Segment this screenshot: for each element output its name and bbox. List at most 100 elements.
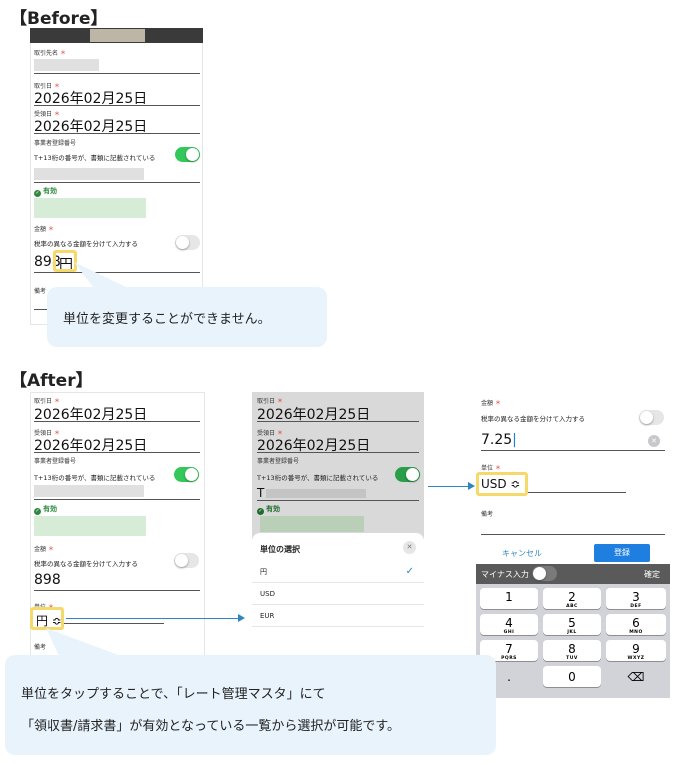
reg-number-label: 事業者登録番号 xyxy=(257,458,300,465)
before-callout: 単位を変更することができません。 xyxy=(47,287,327,347)
tax-split-text: 税率の異なる金額を分けて入力する xyxy=(481,415,585,423)
before-callout-tail xyxy=(74,262,128,288)
key-2[interactable]: 2 ABC xyxy=(543,588,601,609)
cancel-button[interactable]: キャンセル xyxy=(502,548,542,559)
amount-label: 金額＊ xyxy=(481,400,502,407)
unit-highlight-box xyxy=(30,607,64,630)
amount-underline xyxy=(481,450,665,451)
unit-underline xyxy=(528,492,626,493)
backspace-icon[interactable]: ⌫ xyxy=(606,666,666,687)
arrow-to-keyboard xyxy=(428,486,468,487)
after-callout-line2: 「領収書/請求書」が有効となっている一覧から選択が可能です。 xyxy=(21,719,401,734)
valid-status: ✓ 有効 xyxy=(34,187,57,197)
key-0[interactable]: 0 xyxy=(543,666,601,687)
toggle-knob xyxy=(175,554,188,567)
reg-toggle-text: T+13桁の番号が、書類に記載されている xyxy=(257,474,379,482)
unit-option-eur[interactable]: EUR xyxy=(252,605,424,627)
memo-label: 備考 xyxy=(481,511,494,518)
memo-underline xyxy=(481,534,665,535)
reg-number-prefix: T xyxy=(257,486,265,500)
tx-date-underline xyxy=(257,421,419,422)
after-title: 【After】 xyxy=(10,371,93,391)
unit-option-yen[interactable]: 円 ✓ xyxy=(252,561,424,583)
registrant-name-redacted xyxy=(34,198,146,218)
callout-pointer xyxy=(46,628,126,658)
reg-toggle-text: T+13桁の番号が、書類に記載されている xyxy=(34,154,156,162)
check-circle-icon: ✓ xyxy=(34,190,41,197)
sheet-title: 単位の選択 xyxy=(260,545,300,554)
receipt-thumbnail xyxy=(90,29,145,42)
recv-date-underline xyxy=(257,452,419,453)
reg-number-redacted xyxy=(34,485,144,497)
register-button[interactable]: 登録 xyxy=(594,544,650,562)
after-callout: 単位をタップすることで、「レート管理マスタ」にて 「領収書/請求書」が有効となっ… xyxy=(5,655,496,755)
key-6[interactable]: 6 MNO xyxy=(606,614,666,635)
clear-icon[interactable]: ✕ xyxy=(648,435,660,447)
arrow-head-2 xyxy=(468,482,475,490)
key-3[interactable]: 3 DEF xyxy=(606,588,666,609)
reg-number-label: 事業者登録番号 xyxy=(34,140,77,147)
after-callout-tail xyxy=(46,628,126,658)
toggle-knob xyxy=(176,236,189,249)
tax-split-text: 税率の異なる金額を分けて入力する xyxy=(34,240,138,248)
client-name-redacted xyxy=(34,59,99,71)
unit-option-label: USD xyxy=(260,590,275,598)
receipt-image-strip xyxy=(30,28,203,43)
memo-label: 備考 xyxy=(34,288,47,295)
reg-number-toggle[interactable] xyxy=(395,467,420,482)
close-icon[interactable]: ✕ xyxy=(403,541,416,554)
check-icon: ✓ xyxy=(405,566,414,577)
amount-input[interactable]: 7.25| xyxy=(481,432,517,448)
text-cursor: | xyxy=(512,432,517,448)
key-1[interactable]: 1 xyxy=(480,588,538,609)
toggle-knob xyxy=(185,468,198,481)
keyboard-toolbar: マイナス入力 確定 xyxy=(476,564,670,584)
toggle-knob xyxy=(640,411,653,424)
registrant-name-redacted xyxy=(260,516,364,532)
reg-number-underline xyxy=(257,500,419,501)
unit-option-label: 円 xyxy=(260,568,267,576)
unit-option-usd[interactable]: USD xyxy=(252,583,424,605)
arrow-to-sheet xyxy=(66,618,238,619)
minus-input-toggle[interactable] xyxy=(532,566,557,581)
unit-option-label: EUR xyxy=(260,612,275,620)
tax-split-toggle[interactable] xyxy=(174,553,199,568)
reg-number-toggle[interactable] xyxy=(175,147,200,162)
before-title: 【Before】 xyxy=(10,9,108,29)
key-9[interactable]: 9 WXYZ xyxy=(606,640,666,661)
valid-status: ✓ 有効 xyxy=(257,505,280,515)
unit-selection-sheet: 単位の選択 ✕ 円 ✓ USD EUR xyxy=(252,533,424,660)
tax-split-toggle[interactable] xyxy=(175,235,200,250)
reg-number-toggle[interactable] xyxy=(174,467,199,482)
recv-date-underline xyxy=(34,133,200,134)
unit-highlight-box xyxy=(476,472,528,496)
key-5[interactable]: 5 JKL xyxy=(543,614,601,635)
toggle-knob xyxy=(406,468,419,481)
toggle-knob xyxy=(186,148,199,161)
numeric-keypad: 1 2 ABC 3 DEF 4 GHI 5 JKL 6 MNO 7 PQRS 8 TUV 9W… xyxy=(476,584,670,698)
after-screen-unit-picker: 取引日＊ 2026年02月25日 受領日＊ 2026年02月25日 事業者登録番… xyxy=(30,392,205,660)
reg-toggle-text: T+13桁の番号が、書類に記載されている xyxy=(34,474,156,482)
confirm-button[interactable]: 確定 xyxy=(644,569,660,580)
amount-underline xyxy=(34,590,200,591)
reg-number-redacted xyxy=(266,489,366,498)
reg-number-label: 事業者登録番号 xyxy=(34,458,77,465)
amount-label: 金額＊ xyxy=(34,546,55,553)
tax-split-toggle[interactable] xyxy=(639,410,664,425)
arrow-head-1 xyxy=(238,614,245,622)
check-circle-icon: ✓ xyxy=(257,508,264,515)
minus-input-label: マイナス入力 xyxy=(481,570,529,579)
after-callout-line1: 単位をタップすることで、「レート管理マスタ」にて xyxy=(21,687,326,702)
key-8[interactable]: 8 TUV xyxy=(543,640,601,661)
registrant-name-redacted xyxy=(34,516,146,536)
amount-input[interactable]: 898 xyxy=(34,572,61,588)
reg-number-underline xyxy=(34,499,200,500)
reg-number-redacted xyxy=(34,168,144,180)
key-4[interactable]: 4 GHI xyxy=(480,614,538,635)
after-screen-selection-sheet: 取引日＊ 2026年02月25日 受領日＊ 2026年02月25日 事業者登録番… xyxy=(252,392,424,660)
after-screen-amount-entry: 金額＊ 税率の異なる金額を分けて入力する 7.25| ✕ 単位＊ USD ≎ 備… xyxy=(476,392,670,698)
unit-label: 単位＊ xyxy=(481,465,502,472)
unit-underline xyxy=(64,623,164,624)
tx-date-underline xyxy=(34,105,200,106)
recv-date-underline xyxy=(34,452,200,453)
